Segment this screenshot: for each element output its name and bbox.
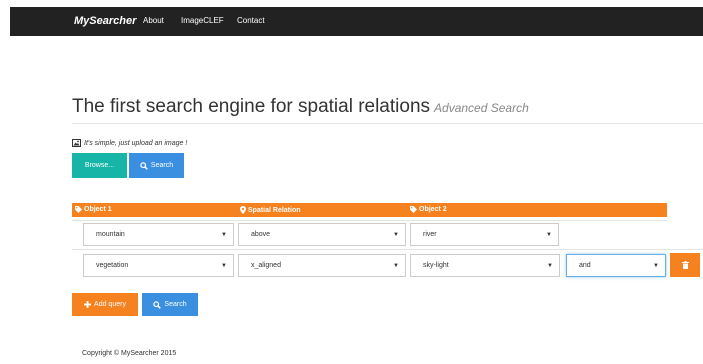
- caret-down-icon: ▼: [546, 232, 552, 238]
- caret-down-icon: ▼: [221, 263, 227, 269]
- connector-select[interactable]: and ▼: [566, 254, 666, 277]
- caret-down-icon: ▼: [547, 263, 553, 269]
- caret-down-icon: ▼: [393, 263, 399, 269]
- table-row-divider: [72, 249, 703, 250]
- nav-link-contact[interactable]: Contact: [237, 16, 265, 25]
- object2-select-row2-value: sky-light: [423, 262, 449, 269]
- nav-link-imageclef[interactable]: ImageCLEF: [181, 16, 224, 25]
- relation-select-row1-value: above: [251, 231, 271, 238]
- map-marker-icon: [240, 206, 246, 214]
- relation-select-row2[interactable]: x_aligned ▼: [238, 254, 406, 277]
- table-row-divider: [72, 220, 667, 221]
- image-search-button-label: Search: [150, 162, 174, 169]
- add-query-button[interactable]: Add query: [72, 293, 138, 316]
- header-object2-label: Object 2: [419, 206, 447, 213]
- trash-icon: [681, 261, 689, 269]
- navbar: MySearcher About ImageCLEF Contact: [10, 7, 703, 36]
- object1-select-row1[interactable]: mountain ▼: [83, 223, 234, 246]
- search-icon: [153, 300, 162, 309]
- query-table-header: Object 1 Spatial Relation Object 2: [72, 203, 667, 217]
- nav-link-about[interactable]: About: [143, 16, 164, 25]
- page-left-margin: [0, 0, 10, 364]
- image-icon: [72, 139, 81, 147]
- brand-link[interactable]: MySearcher: [74, 15, 136, 27]
- tag-icon: [410, 206, 417, 213]
- connector-select-value: and: [579, 262, 591, 269]
- header-object1: Object 1: [75, 206, 112, 213]
- header-spatial-relation-label: Spatial Relation: [248, 206, 301, 214]
- query-search-button-label: Search: [164, 301, 187, 308]
- plus-icon: [84, 301, 92, 308]
- image-search-button[interactable]: Search: [129, 153, 184, 178]
- header-object2: Object 2: [410, 206, 447, 213]
- page-header: The first search engine for spatial rela…: [72, 96, 703, 124]
- object1-select-row1-value: mountain: [96, 231, 125, 238]
- footer-copyright: Copyright © MySearcher 2015: [82, 350, 177, 357]
- header-spatial-relation: Spatial Relation: [240, 206, 301, 214]
- search-icon: [140, 161, 148, 170]
- object1-select-row2-value: vegetation: [96, 262, 129, 269]
- page-title: The first search engine for spatial rela…: [72, 96, 703, 118]
- caret-down-icon: ▼: [221, 232, 227, 238]
- upload-note: It's simple, just upload an image !: [72, 139, 187, 147]
- object2-select-row1[interactable]: river ▼: [410, 223, 559, 246]
- object2-select-row1-value: river: [423, 231, 437, 238]
- relation-select-row2-value: x_aligned: [251, 262, 281, 269]
- upload-note-text: It's simple, just upload an image !: [84, 139, 188, 147]
- add-query-button-label: Add query: [94, 301, 126, 308]
- page-title-text: The first search engine for spatial rela…: [72, 96, 431, 117]
- query-search-button[interactable]: Search: [142, 293, 198, 316]
- object2-select-row2[interactable]: sky-light ▼: [410, 254, 560, 277]
- caret-down-icon: ▼: [393, 232, 399, 238]
- relation-select-row1[interactable]: above ▼: [238, 223, 406, 246]
- header-object1-label: Object 1: [84, 206, 112, 213]
- browse-button-label: Browse...: [84, 162, 115, 169]
- delete-row-button[interactable]: [670, 253, 700, 277]
- object1-select-row2[interactable]: vegetation ▼: [83, 254, 234, 277]
- browse-button[interactable]: Browse...: [72, 153, 127, 178]
- tag-icon: [75, 206, 82, 213]
- page-subtitle: Advanced Search: [434, 101, 529, 115]
- caret-down-icon: ▼: [653, 263, 659, 269]
